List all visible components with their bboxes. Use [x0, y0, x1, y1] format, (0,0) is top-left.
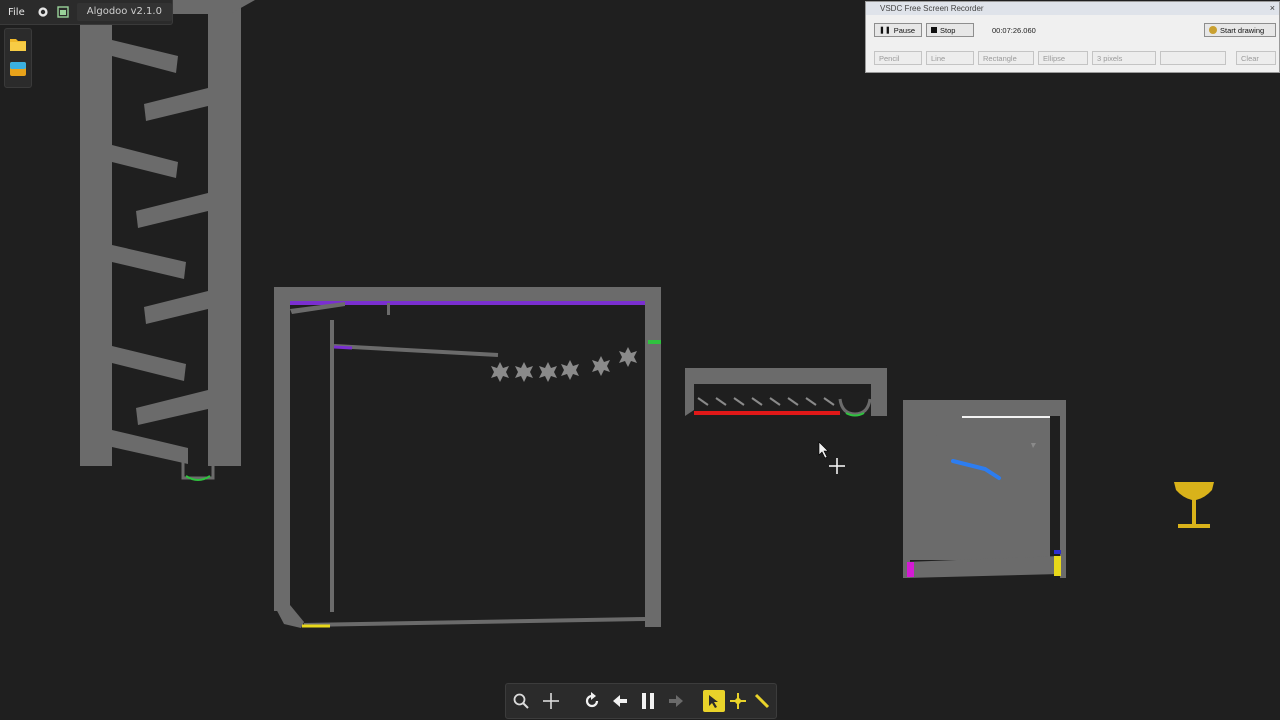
ladder-ramp: [136, 193, 208, 228]
trophy-icon: [1174, 482, 1214, 528]
start-drawing-label: Start drawing: [1220, 25, 1265, 35]
ramp-slat: [823, 397, 835, 406]
undo-icon[interactable]: [609, 690, 631, 712]
recording-timer: 00:07:26.060: [992, 26, 1036, 35]
drawing-tools: Pencil Line Rectangle Ellipse 3 pixels C…: [874, 51, 1276, 67]
drag-tool-icon[interactable]: [703, 690, 725, 712]
magenta-pad: [907, 562, 914, 577]
ladder-ramp: [136, 390, 208, 425]
close-icon[interactable]: ×: [1270, 2, 1275, 15]
algodoo-top-bar: File Algodoo v2.1.0: [0, 0, 173, 25]
pencil-icon[interactable]: [751, 690, 773, 712]
redo-icon[interactable]: [665, 690, 687, 712]
ladder-ramp: [112, 430, 188, 464]
ramp-slat: [787, 397, 799, 406]
pencil-tool-button[interactable]: Pencil: [874, 51, 922, 65]
thickness-select[interactable]: 3 pixels: [1092, 51, 1156, 65]
line-tool-label: Line: [931, 53, 946, 63]
big-box-corner: [274, 605, 304, 628]
clear-button-label: Clear: [1241, 53, 1259, 63]
zoom-icon[interactable]: [510, 690, 532, 712]
blue-pad: [1054, 550, 1061, 554]
middle-box-frame: [685, 368, 887, 416]
ramp-slat: [733, 397, 745, 406]
middle-box: [685, 368, 887, 417]
stop-icon: [931, 27, 937, 33]
ramp-slat: [805, 397, 817, 406]
rectangle-tool-label: Rectangle: [983, 53, 1017, 63]
stop-button[interactable]: Stop: [926, 23, 974, 37]
palette-icon: [1209, 26, 1217, 34]
trophy-base: [1178, 524, 1210, 528]
pause-icon: ❚❚: [879, 27, 891, 34]
ladder-ramp: [112, 245, 186, 279]
start-drawing-button[interactable]: Start drawing: [1204, 23, 1276, 37]
ramp-slats: [697, 397, 835, 406]
big-box-inner-wall: [330, 320, 334, 612]
ladder-right-wall: [208, 0, 241, 466]
recorder-window: VSDC Free Screen Recorder × ❚❚ Pause Sto…: [865, 1, 1280, 73]
reset-icon[interactable]: [581, 690, 603, 712]
ladder-ramp: [112, 145, 178, 178]
green-sensor: [648, 340, 661, 344]
clear-button[interactable]: Clear: [1236, 51, 1276, 65]
big-box-pin: [387, 303, 390, 315]
pause-icon[interactable]: [637, 690, 659, 712]
ellipse-tool-button[interactable]: Ellipse: [1038, 51, 1088, 65]
big-box-shelf: [333, 344, 499, 357]
recorder-title: VSDC Free Screen Recorder: [880, 4, 984, 13]
move-tool-icon[interactable]: [727, 690, 749, 712]
mouse-pointer: [818, 441, 829, 459]
gear-star: [592, 356, 610, 376]
yellow-pad: [1054, 556, 1061, 576]
ladder-ramp: [144, 88, 208, 121]
ramp-slat: [751, 397, 763, 406]
bottom-toolbar: [505, 683, 777, 719]
purple-shelf-tip: [333, 345, 353, 350]
ramp-slat: [715, 397, 727, 406]
rectangle-tool-button[interactable]: Rectangle: [978, 51, 1034, 65]
middle-box-cup: [838, 398, 872, 416]
gear-star: [491, 362, 509, 382]
ladder-machine: [80, 0, 255, 481]
window-icon[interactable]: [55, 4, 71, 20]
pencil-tool-label: Pencil: [879, 53, 900, 63]
trophy-cup: [1174, 482, 1214, 500]
ladder-ramp: [112, 346, 186, 381]
pause-button-label: Pause: [893, 25, 916, 35]
gear-star: [561, 360, 579, 380]
ramp-slat: [769, 397, 781, 406]
move-icon[interactable]: [540, 690, 562, 712]
ellipse-tool-label: Ellipse: [1043, 53, 1066, 63]
trophy-stem: [1192, 500, 1196, 524]
left-tool-panel: [4, 28, 32, 88]
app-title: Algodoo v2.1.0: [76, 3, 172, 21]
ladder-left-wall: [80, 0, 112, 466]
recorder-controls: ❚❚ Pause Stop 00:07:26.060 Start drawing: [874, 23, 1276, 39]
ladder-ramp: [112, 40, 178, 73]
gear-icon[interactable]: [35, 4, 51, 20]
recorder-titlebar[interactable]: VSDC Free Screen Recorder ×: [866, 2, 1279, 15]
background-icon[interactable]: [8, 59, 28, 79]
ladder-ramp: [144, 291, 208, 324]
algodoo-scene-canvas[interactable]: [0, 0, 1280, 720]
big-box: [274, 287, 661, 628]
pause-button[interactable]: ❚❚ Pause: [874, 23, 922, 37]
right-box: [903, 400, 1066, 578]
stop-button-label: Stop: [940, 25, 956, 35]
gear-star: [515, 362, 533, 382]
file-menu[interactable]: File: [0, 7, 33, 18]
line-tool-button[interactable]: Line: [926, 51, 974, 65]
ramp-slat: [697, 397, 709, 406]
gear-star: [539, 362, 557, 382]
color-select[interactable]: [1160, 51, 1226, 65]
move-cursor-icon: [829, 458, 845, 474]
folder-icon[interactable]: [8, 34, 28, 54]
gear-stars: [491, 347, 637, 382]
thickness-value: 3 pixels: [1097, 53, 1123, 63]
gear-star: [619, 347, 637, 367]
big-box-floor: [303, 617, 646, 627]
